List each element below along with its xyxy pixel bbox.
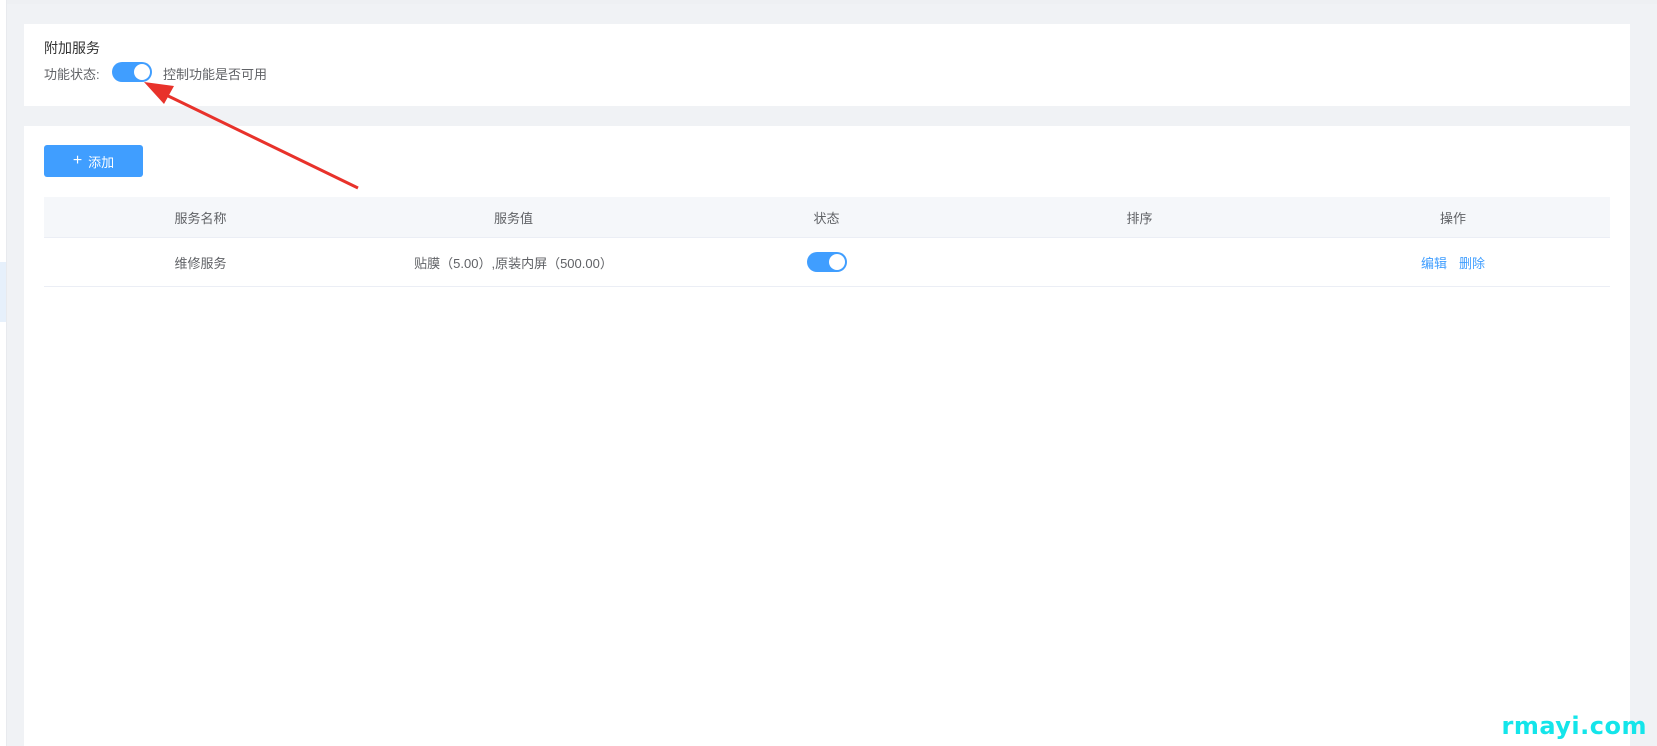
add-button[interactable]: + 添加 [44, 145, 143, 177]
service-sort-cell [983, 238, 1296, 286]
column-header-value: 服务值 [493, 210, 533, 226]
plus-icon: + [72, 152, 83, 169]
service-actions-cell: 编辑 删除 [1296, 238, 1610, 286]
column-header-name: 服务名称 [174, 210, 227, 226]
header-card: 附加服务 功能状态: 控制功能是否可用 [24, 24, 1630, 106]
service-value-cell: 贴膜（5.00）,原装内屏（500.00） [414, 255, 613, 271]
service-table: 服务名称 服务值 状态 排序 操作 维修服务 贴膜（5.00）,原装内屏（500… [44, 197, 1610, 287]
service-status-cell [670, 238, 983, 286]
service-name-cell: 维修服务 [174, 255, 227, 271]
add-button-label: 添加 [88, 154, 115, 170]
page-title: 附加服务 [44, 40, 100, 56]
column-header-status: 状态 [813, 210, 840, 226]
service-list-card: + 添加 服务名称 服务值 状态 排序 操作 维修服务 贴膜（5.00）,原装内… [24, 126, 1630, 746]
toggle-knob [134, 64, 150, 80]
function-status-toggle[interactable] [112, 62, 152, 82]
service-status-toggle[interactable] [806, 252, 847, 272]
function-status-label: 功能状态: [44, 67, 100, 82]
table-header: 服务名称 服务值 状态 排序 操作 [44, 197, 1610, 238]
watermark: rmayi.com [1501, 712, 1647, 740]
top-divider [6, 0, 1657, 4]
edit-link[interactable]: 编辑 [1421, 253, 1447, 272]
table-row: 维修服务 贴膜（5.00）,原装内屏（500.00） 编辑 删除 [44, 238, 1610, 287]
delete-link[interactable]: 删除 [1459, 253, 1485, 272]
toggle-knob [828, 254, 845, 270]
left-sidebar-edge [0, 0, 7, 746]
function-status-description: 控制功能是否可用 [163, 67, 268, 82]
column-header-actions: 操作 [1439, 210, 1466, 226]
sidebar-active-marker [0, 262, 6, 322]
column-header-sort: 排序 [1126, 210, 1153, 226]
